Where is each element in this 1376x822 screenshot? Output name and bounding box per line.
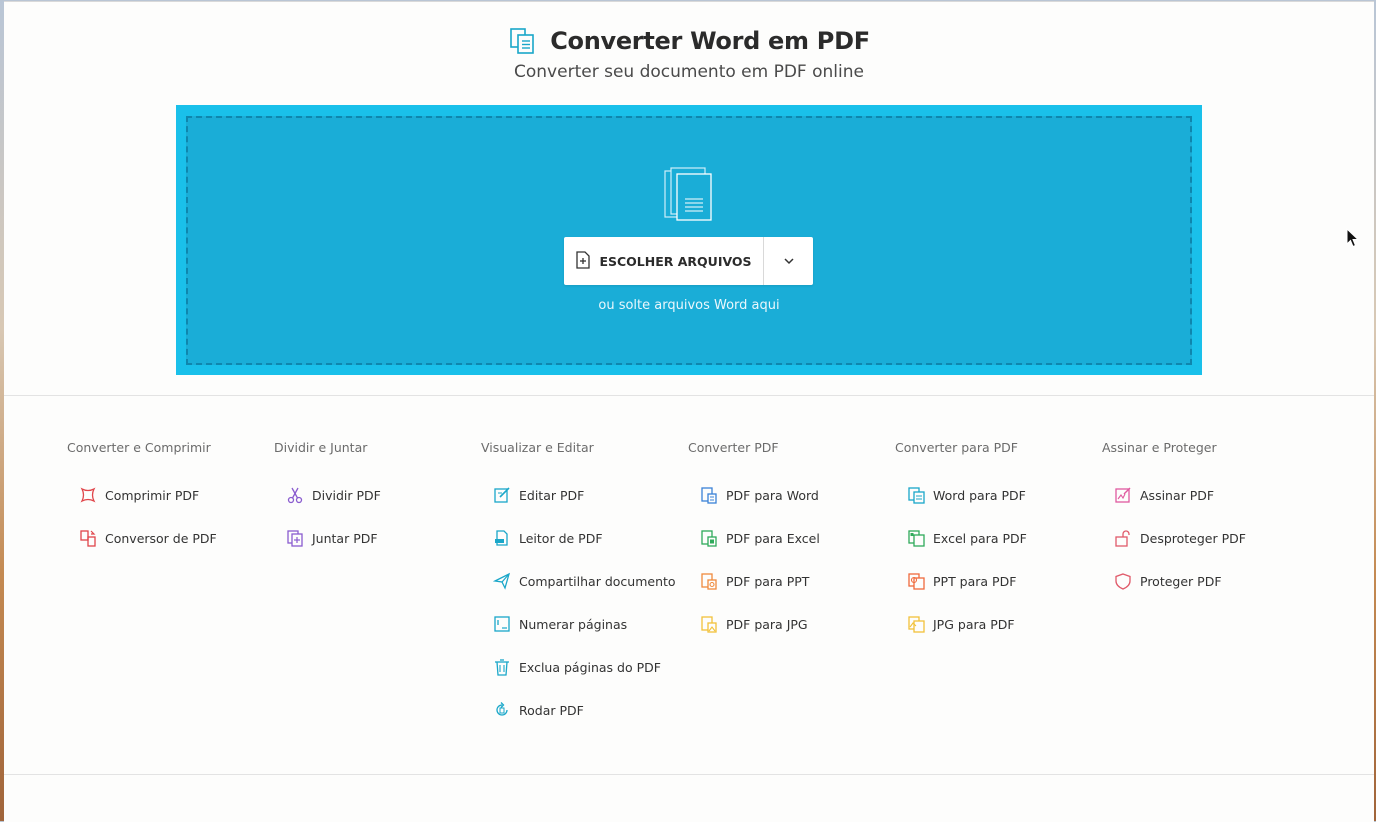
menu-item-pdf-to-excel[interactable]: PDF para Excel: [700, 528, 820, 548]
rotate-icon: [493, 701, 511, 719]
menu-item-share[interactable]: Compartilhar documento: [492, 571, 676, 591]
convert-icon: [79, 529, 97, 547]
menu-item-compress[interactable]: Comprimir PDF: [79, 485, 199, 505]
scissors-icon: [286, 486, 304, 504]
choose-files-label: ESCOLHER ARQUIVOS: [599, 253, 752, 269]
reader-icon: [493, 529, 511, 547]
choose-files-group: ESCOLHER ARQUIVOS: [564, 237, 813, 285]
menu-item-label: Desproteger PDF: [1140, 530, 1246, 546]
excel-to-pdf-icon: [907, 529, 925, 547]
menu-column-heading: Converter PDF: [688, 440, 779, 455]
menu-item-ppt-to-pdf[interactable]: PPT para PDF: [907, 571, 1016, 591]
mouse-cursor-icon: [1346, 227, 1360, 248]
menu-item-label: PDF para Excel: [726, 530, 820, 546]
unlock-icon: [1114, 529, 1132, 547]
title-row: Converter Word em PDF: [508, 24, 870, 58]
divider: [4, 395, 1374, 396]
word-to-pdf-app-icon: [508, 26, 538, 56]
page-title: Converter Word em PDF: [550, 27, 870, 55]
sign-icon: [1114, 486, 1132, 504]
menu-item-label: Rodar PDF: [519, 702, 584, 718]
page-subtitle: Converter seu documento em PDF online: [514, 62, 864, 82]
trash-icon: [493, 658, 511, 676]
numbering-icon: [493, 615, 511, 633]
share-icon: [492, 572, 511, 590]
chevron-down-icon: [783, 252, 795, 270]
menu-item-merge[interactable]: Juntar PDF: [286, 528, 378, 548]
menu-column-heading: Visualizar e Editar: [481, 440, 594, 455]
menu-item-label: Comprimir PDF: [105, 487, 200, 503]
menu-column: Dividir e Juntar Dividir PDF Juntar PDF: [274, 440, 474, 760]
menu-column-heading: Dividir e Juntar: [274, 440, 368, 455]
menu-item-excel-to-pdf[interactable]: Excel para PDF: [907, 528, 1027, 548]
menu-item-label: Proteger PDF: [1140, 573, 1222, 589]
menu-item-label: JPG para PDF: [933, 616, 1015, 632]
ppt-to-pdf-icon: [907, 572, 925, 590]
shield-icon: [1114, 572, 1132, 590]
menu-column-heading: Assinar e Proteger: [1102, 440, 1217, 455]
menu-item-label: Leitor de PDF: [519, 530, 603, 546]
menu-item-shield[interactable]: Proteger PDF: [1114, 571, 1222, 591]
menu-item-scissors[interactable]: Dividir PDF: [286, 485, 381, 505]
documents-icon: [662, 167, 716, 223]
menu-item-label: Word para PDF: [933, 487, 1026, 503]
page-header: Converter Word em PDF Converter seu docu…: [4, 24, 1374, 82]
drop-hint-text: ou solte arquivos Word aqui: [598, 298, 780, 313]
menu-item-numbering[interactable]: Numerar páginas: [493, 614, 627, 634]
upload-source-dropdown[interactable]: [764, 237, 813, 285]
menu-column: Converter e Comprimir Comprimir PDF Conver…: [67, 440, 267, 760]
menu-item-label: Exclua páginas do PDF: [519, 659, 661, 675]
menu-item-label: Conversor de PDF: [105, 530, 217, 546]
pdf-to-word-icon: [700, 486, 718, 504]
menu-item-label: Juntar PDF: [312, 530, 378, 546]
menu-item-label: Dividir PDF: [312, 487, 381, 503]
menu-item-label: Assinar PDF: [1140, 487, 1215, 503]
menu-item-reader[interactable]: Leitor de PDF: [493, 528, 603, 548]
menu-column: Visualizar e Editar Editar PDF Leitor de P…: [481, 440, 681, 760]
merge-icon: [286, 529, 304, 547]
menu-item-label: Editar PDF: [519, 487, 585, 503]
menu-item-sign[interactable]: Assinar PDF: [1114, 485, 1214, 505]
menu-item-label: Compartilhar documento: [519, 573, 676, 589]
menu-column-heading: Converter e Comprimir: [67, 440, 211, 455]
menu-item-word-to-pdf[interactable]: Word para PDF: [907, 485, 1026, 505]
tools-menu: Converter e Comprimir Comprimir PDF Conver…: [67, 440, 1307, 760]
choose-files-button[interactable]: ESCOLHER ARQUIVOS: [564, 237, 763, 285]
jpg-to-pdf-icon: [907, 615, 925, 633]
menu-column: Assinar e Proteger Assinar PDF Desproteger…: [1102, 440, 1302, 760]
menu-item-label: PDF para PPT: [726, 573, 810, 589]
word-to-pdf-icon: [907, 486, 925, 504]
file-drop-zone[interactable]: ESCOLHER ARQUIVOS ou solte arquivos Word…: [186, 116, 1192, 365]
pdf-to-excel-icon: [700, 529, 718, 547]
menu-item-edit[interactable]: Editar PDF: [493, 485, 584, 505]
menu-item-jpg-to-pdf[interactable]: JPG para PDF: [907, 614, 1015, 634]
menu-item-convert[interactable]: Conversor de PDF: [79, 528, 217, 548]
menu-item-label: PDF para Word: [726, 487, 819, 503]
compress-icon: [79, 486, 97, 504]
menu-item-trash[interactable]: Exclua páginas do PDF: [493, 657, 661, 677]
menu-item-pdf-to-word[interactable]: PDF para Word: [700, 485, 819, 505]
menu-column: Converter PDF PDF para Word PDF para Excel…: [688, 440, 888, 760]
pdf-to-ppt-icon: [700, 572, 718, 590]
menu-column-heading: Converter para PDF: [895, 440, 1018, 455]
menu-column: Converter para PDF Word para PDF Excel par…: [895, 440, 1095, 760]
browser-page: Converter Word em PDF Converter seu docu…: [4, 1, 1374, 822]
menu-item-label: Excel para PDF: [933, 530, 1027, 546]
menu-item-pdf-to-jpg[interactable]: PDF para JPG: [700, 614, 808, 634]
divider: [4, 774, 1374, 775]
menu-item-unlock[interactable]: Desproteger PDF: [1114, 528, 1246, 548]
menu-item-label: Numerar páginas: [519, 616, 628, 632]
menu-item-label: PPT para PDF: [933, 573, 1017, 589]
menu-item-label: PDF para JPG: [726, 616, 808, 632]
menu-item-rotate[interactable]: Rodar PDF: [493, 700, 584, 720]
pdf-to-jpg-icon: [700, 615, 718, 633]
menu-item-pdf-to-ppt[interactable]: PDF para PPT: [700, 571, 809, 591]
upload-area: ESCOLHER ARQUIVOS ou solte arquivos Word…: [176, 105, 1202, 375]
add-file-icon: [575, 250, 591, 272]
edit-icon: [493, 486, 511, 504]
